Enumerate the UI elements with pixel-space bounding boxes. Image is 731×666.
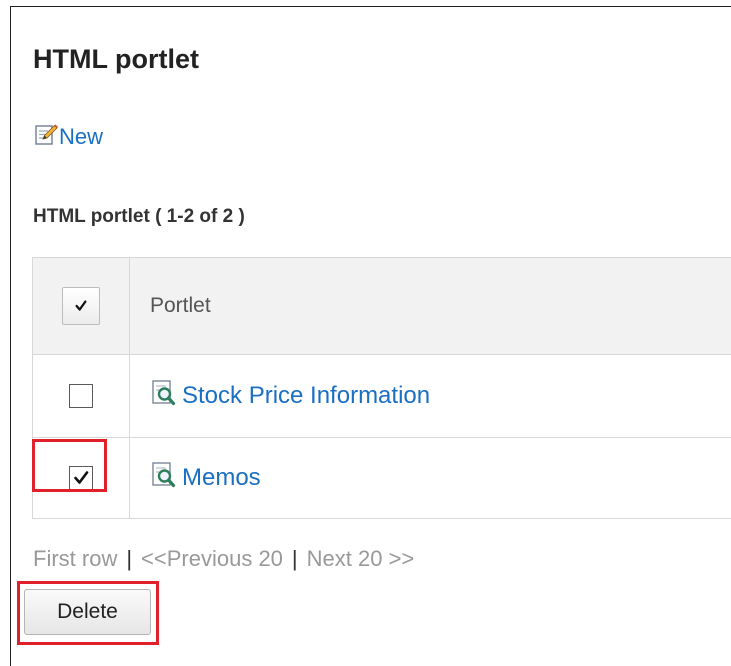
new-link-label: New [59,124,103,150]
row-check-cell [33,355,130,438]
table-row: Memos [33,438,731,519]
check-icon [74,299,88,313]
check-icon [73,470,89,486]
row-check-cell [33,438,130,519]
delete-button[interactable]: Delete [24,589,151,635]
row-name-cell: Stock Price Information [130,355,731,438]
portlet-name: Stock Price Information [182,382,430,410]
portlet-name: Memos [182,464,261,492]
view-magnifier-icon [152,379,182,414]
table-header-row: Portlet [33,258,731,355]
view-magnifier-icon [152,461,182,496]
select-all-checkbox[interactable] [62,287,100,325]
pager-first: First row [33,546,117,571]
row-checkbox[interactable] [69,384,93,408]
pager: First row | <<Previous 20 | Next 20 >> [33,546,414,572]
portlet-link[interactable]: Memos [152,461,261,496]
row-checkbox[interactable] [69,466,93,490]
pager-next: Next 20 >> [307,546,415,571]
new-portlet-link[interactable]: New [34,122,103,152]
portlet-link[interactable]: Stock Price Information [152,379,430,414]
pager-previous: <<Previous 20 [141,546,283,571]
page-title: HTML portlet [33,44,199,75]
pager-separator: | [126,546,132,571]
row-name-cell: Memos [130,438,731,519]
portlet-table: Portlet Stoc [32,257,731,519]
pager-separator: | [292,546,298,571]
column-header-portlet: Portlet [130,258,731,355]
list-heading: HTML portlet ( 1-2 of 2 ) [33,206,245,228]
select-all-cell [33,258,130,355]
table-row: Stock Price Information [33,355,731,438]
edit-new-icon [34,122,59,152]
